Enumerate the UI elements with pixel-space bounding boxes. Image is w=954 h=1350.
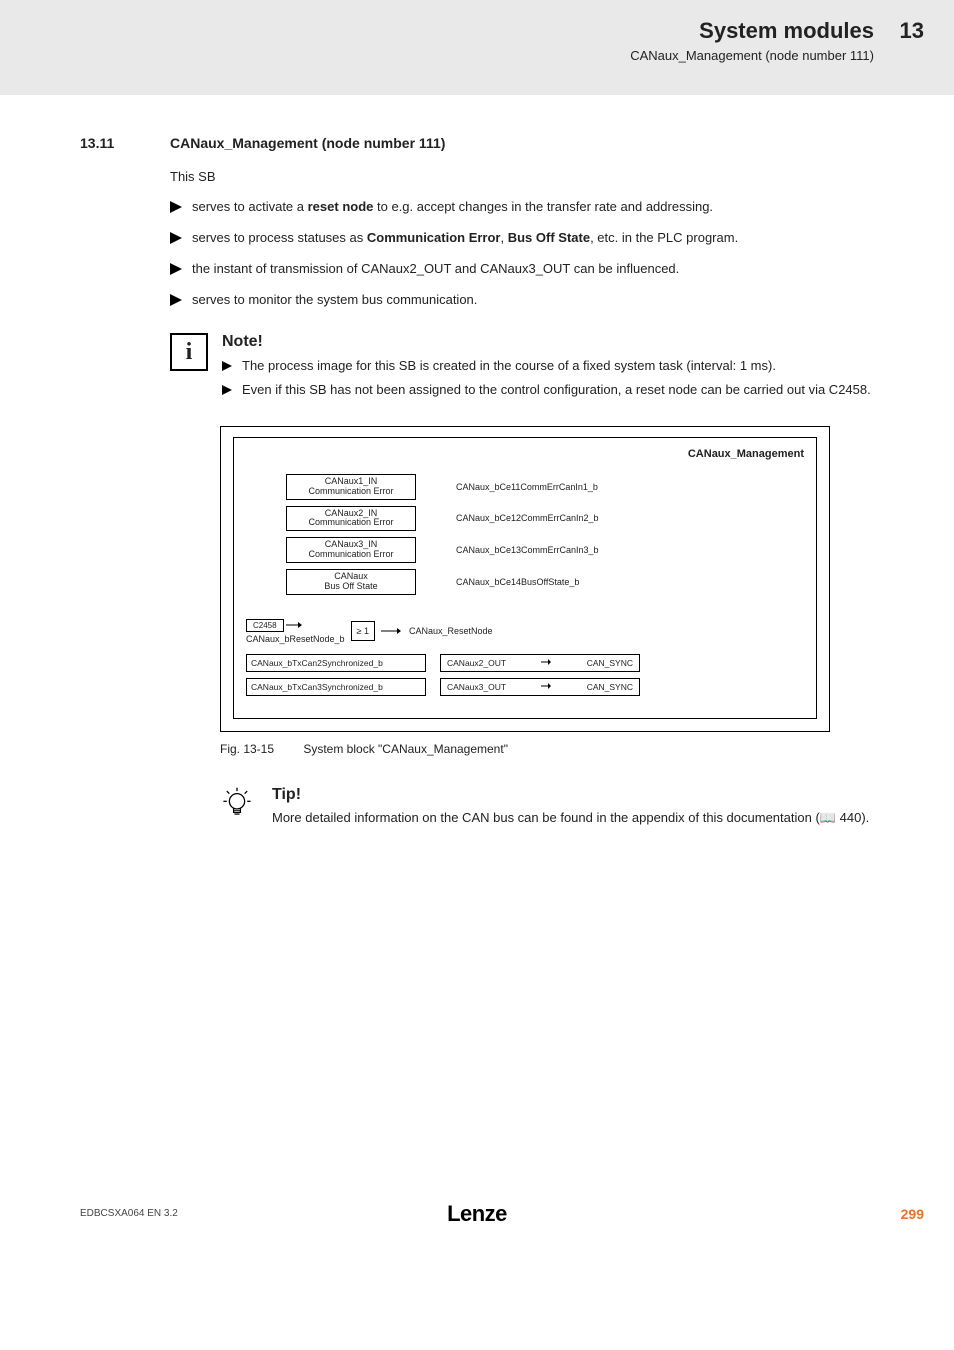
diagram-box: CANaux1_IN Communication Error — [286, 474, 416, 500]
play-arrow-icon — [170, 198, 192, 219]
diagram-output: CANaux_bCe11CommErrCanIn1_b — [456, 482, 598, 492]
info-icon: i — [170, 333, 208, 371]
text: ). — [861, 810, 869, 825]
bullet-text: serves to activate a reset node to e.g. … — [192, 198, 874, 219]
play-arrow-icon — [170, 229, 192, 250]
diagram-box: CANaux Bus Off State — [286, 569, 416, 595]
note-item: Even if this SB has not been assigned to… — [222, 381, 874, 400]
section-number: 13.11 — [80, 135, 170, 151]
header-title: System modules — [630, 18, 874, 44]
text: Communication Error — [293, 487, 409, 497]
diagram-reset-row: C2458 CANaux_bResetNode_b ≥ 1 CANaux_Res… — [246, 619, 804, 644]
text: serves to process statuses as — [192, 230, 367, 245]
text-bold: Bus Off State — [508, 230, 590, 245]
arrow-right-icon — [541, 682, 551, 692]
diagram-box: CANaux3_IN Communication Error — [286, 537, 416, 563]
diagram-output: CANaux_bCe13CommErrCanIn3_b — [456, 545, 599, 555]
play-arrow-icon — [222, 357, 242, 376]
bullet-item: serves to activate a reset node to e.g. … — [170, 198, 874, 219]
note-content: Note! The process image for this SB is c… — [222, 333, 874, 403]
info-glyph: i — [186, 339, 193, 366]
chapter-number: 13 — [900, 18, 924, 44]
intro-text: This SB — [170, 169, 874, 184]
diagram-title: CANaux_Management — [246, 448, 804, 460]
diagram: CANaux_Management CANaux1_IN Communicati… — [233, 437, 817, 719]
text: serves to activate a — [192, 199, 308, 214]
text-bold: Communication Error — [367, 230, 501, 245]
diagram-row: CANaux2_IN Communication Error CANaux_bC… — [286, 506, 804, 532]
arrow-right-icon — [541, 658, 551, 668]
book-icon: 📖 — [820, 810, 840, 825]
bullet-item: the instant of transmission of CANaux2_O… — [170, 260, 874, 281]
play-arrow-icon — [222, 381, 242, 400]
sync-input: CANaux_bTxCan2Synchronized_b — [246, 654, 426, 672]
lenze-logo: Lenze — [447, 1201, 507, 1226]
text: CANaux3_OUT — [447, 682, 506, 692]
figure-number: Fig. 13-15 — [220, 742, 300, 756]
text: Communication Error — [293, 518, 409, 528]
diagram-box: CANaux2_IN Communication Error — [286, 506, 416, 532]
reset-input-label: CANaux_bResetNode_b — [246, 634, 345, 644]
tip-text: More detailed information on the CAN bus… — [272, 810, 874, 826]
arrow-right-icon — [286, 621, 302, 629]
play-arrow-icon — [170, 291, 192, 312]
diagram-row: CANaux3_IN Communication Error CANaux_bC… — [286, 537, 804, 563]
footer-doc-id: EDBCSXA064 EN 3.2 — [80, 1208, 178, 1219]
text: Bus Off State — [293, 582, 409, 592]
diagram-frame: CANaux_Management CANaux1_IN Communicati… — [220, 426, 830, 732]
sync-output: CANaux3_OUT CAN_SYNC — [440, 678, 640, 696]
tip-content: Tip! More detailed information on the CA… — [272, 786, 874, 826]
text: Communication Error — [293, 550, 409, 560]
diagram-sync-row: CANaux_bTxCan3Synchronized_b CANaux3_OUT… — [246, 678, 804, 696]
or-gate: ≥ 1 — [351, 621, 375, 641]
bullet-text: the instant of transmission of CANaux2_O… — [192, 260, 874, 281]
bullet-text: serves to process statuses as Communicat… — [192, 229, 874, 250]
text: to e.g. accept changes in the transfer r… — [373, 199, 713, 214]
header-subtitle: CANaux_Management (node number 111) — [630, 48, 874, 63]
note-item-text: Even if this SB has not been assigned to… — [242, 381, 874, 400]
section-heading-row: 13.11 CANaux_Management (node number 111… — [80, 135, 874, 151]
note-item-text: The process image for this SB is created… — [242, 357, 874, 376]
text: CAN_SYNC — [587, 682, 633, 692]
sync-input: CANaux_bTxCan3Synchronized_b — [246, 678, 426, 696]
code-box: C2458 — [246, 619, 284, 632]
diagram-sync-row: CANaux_bTxCan2Synchronized_b CANaux2_OUT… — [246, 654, 804, 672]
footer-logo: Lenze — [447, 1201, 507, 1227]
arrow-right-icon — [381, 627, 401, 635]
bullet-text: serves to monitor the system bus communi… — [192, 291, 874, 312]
text: , etc. in the PLC program. — [590, 230, 738, 245]
text-bold: reset node — [308, 199, 374, 214]
diagram-row: CANaux1_IN Communication Error CANaux_bC… — [286, 474, 804, 500]
page-number: 299 — [901, 1206, 924, 1222]
play-arrow-icon — [170, 260, 192, 281]
note-item: The process image for this SB is created… — [222, 357, 874, 376]
bullet-item: serves to process statuses as Communicat… — [170, 229, 874, 250]
figure-caption: Fig. 13-15 System block "CANaux_Manageme… — [220, 742, 874, 756]
body: This SB serves to activate a reset node … — [170, 169, 874, 826]
text: More detailed information on the CAN bus… — [272, 810, 820, 825]
page-content: 13.11 CANaux_Management (node number 111… — [0, 95, 954, 826]
reset-output-label: CANaux_ResetNode — [409, 626, 493, 636]
figure-text: System block "CANaux_Management" — [303, 742, 508, 756]
lightbulb-icon — [220, 786, 258, 826]
text: CAN_SYNC — [587, 658, 633, 668]
diagram-output: CANaux_bCe12CommErrCanIn2_b — [456, 513, 599, 523]
tip-title: Tip! — [272, 786, 874, 804]
section-title: CANaux_Management (node number 111) — [170, 135, 445, 151]
diagram-row: CANaux Bus Off State CANaux_bCe14BusOffS… — [286, 569, 804, 595]
note-title: Note! — [222, 333, 874, 351]
tip-block: Tip! More detailed information on the CA… — [220, 786, 874, 826]
page-footer: EDBCSXA064 EN 3.2 Lenze 299 — [0, 1206, 954, 1242]
diagram-output: CANaux_bCe14BusOffState_b — [456, 577, 579, 587]
page-header: System modules CANaux_Management (node n… — [0, 0, 954, 95]
note-block: i Note! The process image for this SB is… — [170, 333, 874, 403]
page-ref: 440 — [840, 810, 862, 825]
text: CANaux2_OUT — [447, 658, 506, 668]
text: , — [500, 230, 507, 245]
header-right: System modules CANaux_Management (node n… — [630, 18, 874, 63]
bullet-item: serves to monitor the system bus communi… — [170, 291, 874, 312]
sync-output: CANaux2_OUT CAN_SYNC — [440, 654, 640, 672]
